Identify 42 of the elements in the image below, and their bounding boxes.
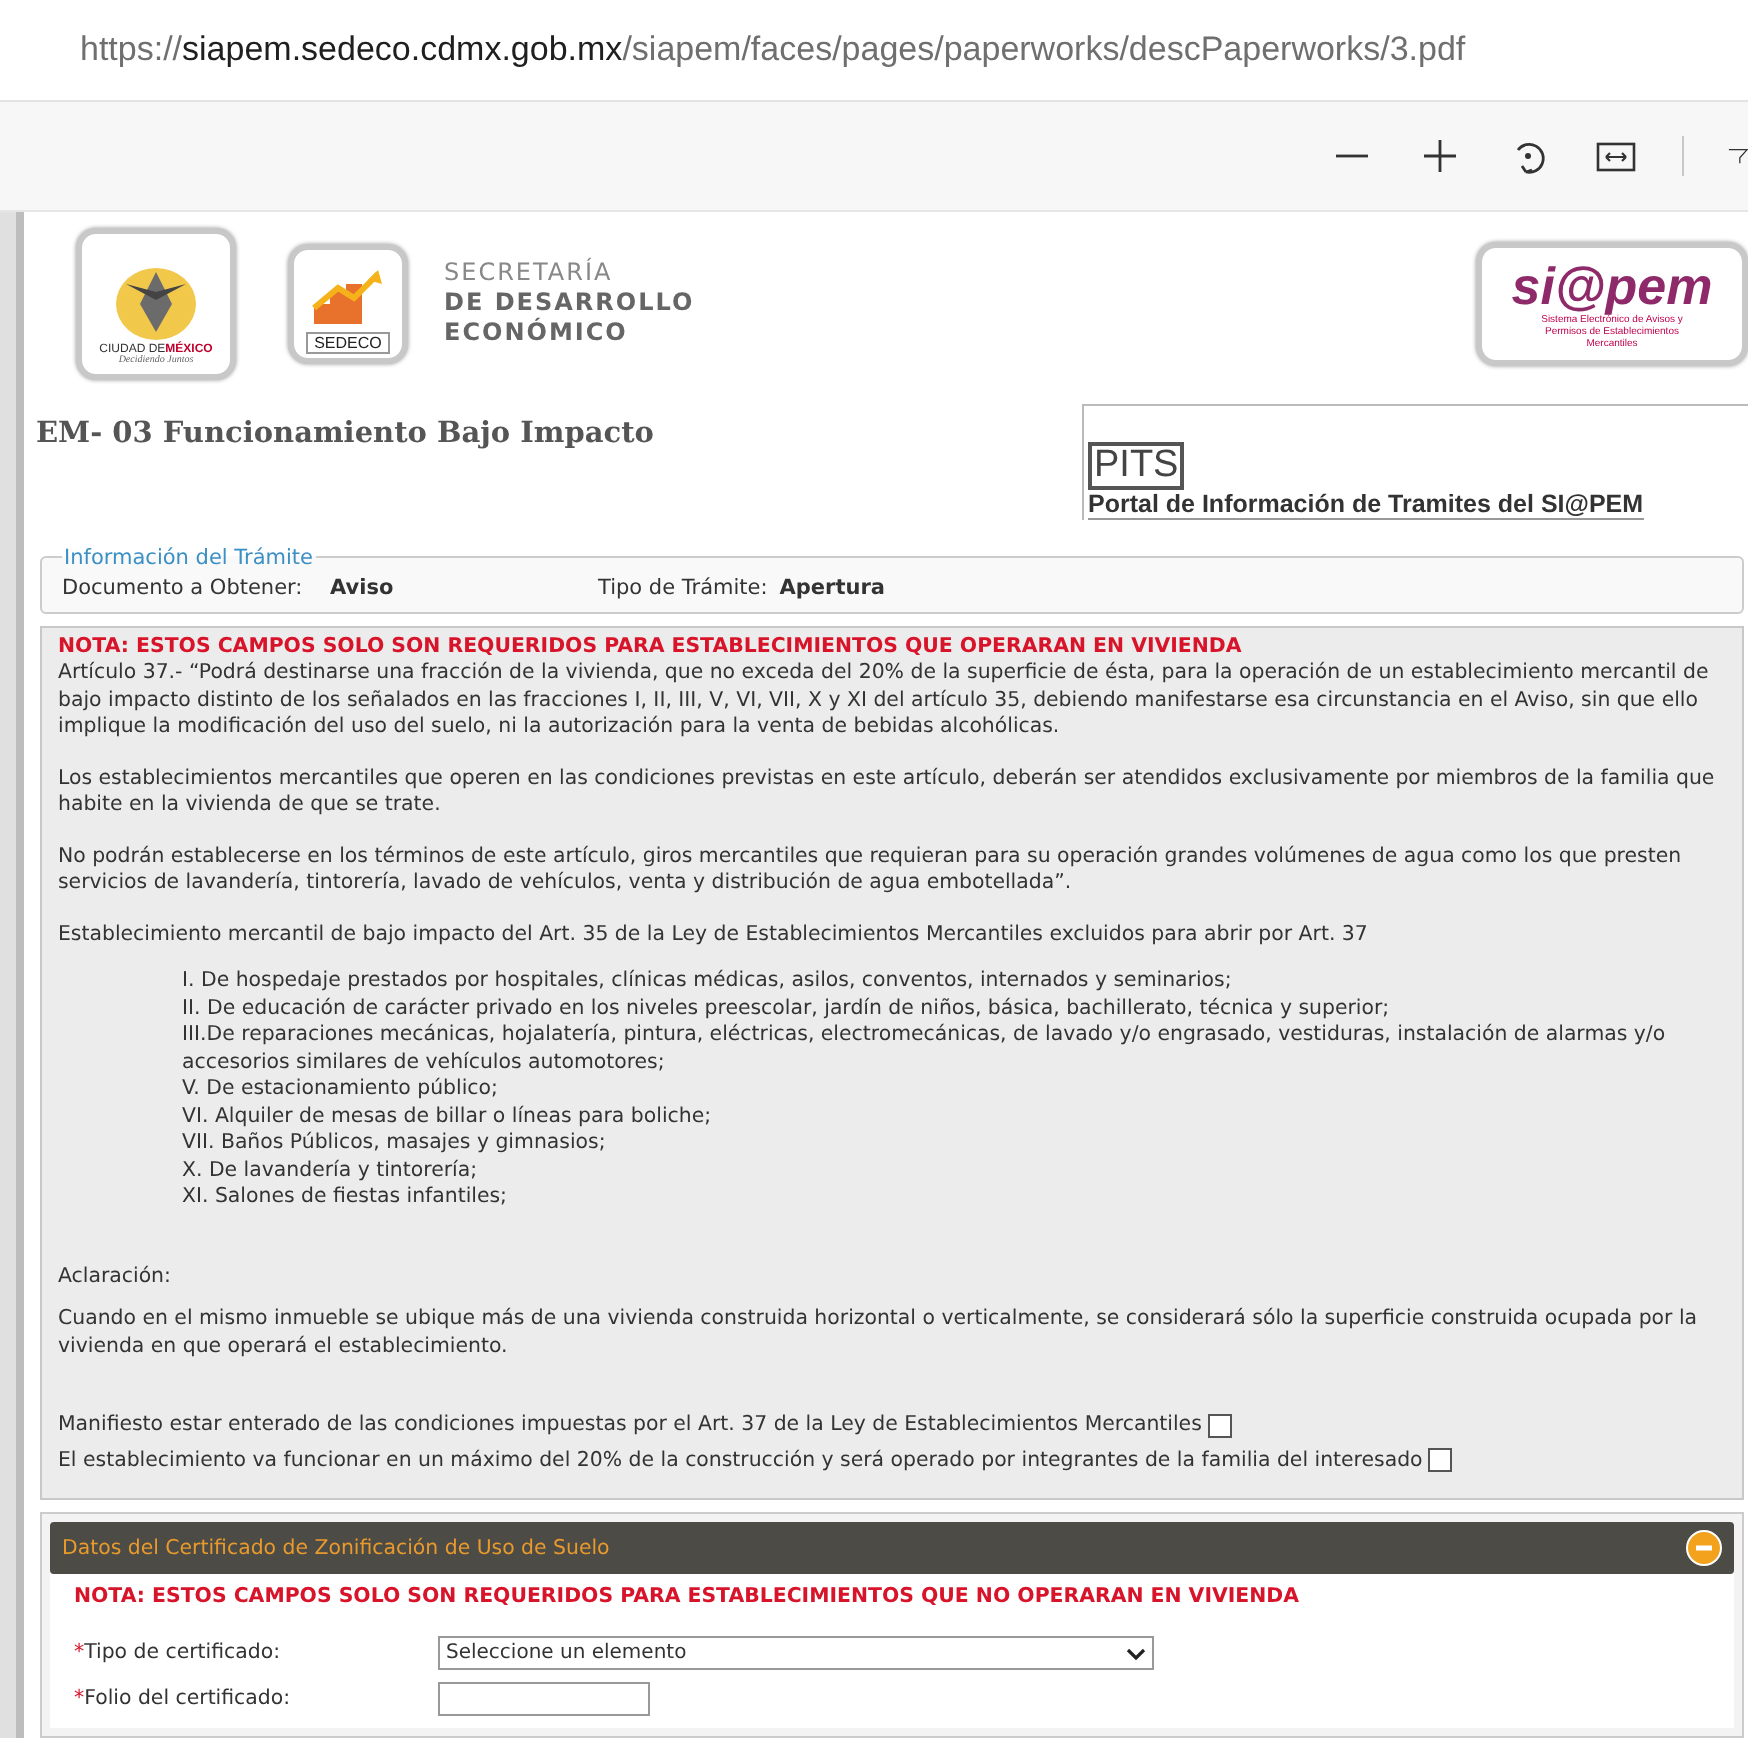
list-item: III.De reparaciones mecánicas, hojalatería, pintura, eléctricas, electromecánicas, de lavado y/o engrasado, vestiduras, instalación de alarmas y/o accesorios similares de vehículos automotores; [182,1022,1668,1076]
list-item: II. De educación de carácter privado en los niveles preescolar, jardín de niños, básica, bachillerato, técnica y superior; [182,995,1392,1022]
list-item: VI. Alquiler de mesas de billar o líneas para boliche; [182,1103,714,1130]
panel-title: Datos del Certificado de Zonificación de Uso de Suelo [62,1537,610,1559]
field-label: Documento a Obtener: [62,575,305,599]
agency-name: ECONÓMICO [444,318,630,349]
list-item: X. De lavandería y tintorería; [182,1157,480,1184]
checkbox[interactable] [1428,1448,1453,1473]
field-label: *Tipo de certificado: [74,1642,283,1664]
list-item: V. De estacionamiento público; [182,1076,500,1103]
zoom-in-icon[interactable] [1418,134,1462,178]
field-label: *Folio del certificado: [74,1688,293,1710]
agency-name: DE DESARROLLO [444,288,695,317]
collapse-icon[interactable] [1686,1530,1722,1566]
page-title: EM- 03 Funcionamiento Bajo Impacto [36,415,654,450]
checkbox-label: Manifiesto estar enterado de las condiciones impuestas por el Art. 37 de la Ley de Establecimientos Mercantiles [58,1412,1202,1439]
field-label: Tipo de Trámite: [598,575,768,599]
note-heading: NOTA: ESTOS CAMPOS SOLO SON REQUERIDOS PARA ESTABLECIMIENTOS QUE NO OPERARAN EN VIVIENDA [74,1586,1301,1608]
paragraph: No podrán establecerse en los términos de este artículo, giros mercantiles que requieran para su operación grandes volúmenes de agua como los que presten servicios de lavandería, tintorería, lavado de vehículos, venta y distribución de agua embotellada”. [58,843,1684,897]
chevron-down-icon [1126,1645,1146,1661]
certificate-type-select[interactable]: Seleccione un elemento [438,1636,1154,1670]
portal-caption: Portal de Información de Tramites del SI@PEM [1088,489,1644,520]
input-field[interactable] [438,1682,650,1716]
panel-legend: Información del Trámite [62,545,315,569]
paragraph: Cuando en el mismo inmueble se ubique más de una vivienda construida horizontal o verticalmente, se considerará sólo la superficie construida ocupada por la vivienda en que operará el establecimiento. [58,1306,1700,1360]
checkbox-label: El establecimiento va funcionar en un máximo del 20% de la construcción y será operado por integrantes de la familia del interesado [58,1447,1423,1474]
field-value: Apertura [779,575,885,599]
list-item: VII. Baños Públicos, masajes y gimnasios; [182,1130,608,1157]
paragraph: Los establecimientos mercantiles que operen en las condiciones previstas en este artículo, deberán ser atendidos exclusivamente por miembros de la familia que habite en la vivienda de que se trate. [58,765,1717,819]
paragraph: Artículo 37.- “Podrá destinarse una fracción de la vivienda, que no exceda del 20% de la superficie de ésta, para la operación de un establecimiento mercantil de bajo impacto distinto de los señalados en las fracciones I, II, III, V, VI, VII, X y XI del artículo 35, debiendo manifestarse esa circunstancia en el Aviso, sin que ello implique la modificación del uso del suelo, ni la autorización para la venta de bebidas alcohólicas. [58,660,1711,741]
checkbox[interactable] [1207,1413,1232,1438]
agency-name: SECRETARÍA [444,258,615,289]
pits-logo: PITS [1088,441,1185,490]
paragraph: Establecimiento mercantil de bajo impacto del Art. 35 de la Ley de Establecimientos Mercantiles excluidos para abrir por Art. 37 [58,921,1370,948]
logo-text: SEDECO [306,331,390,354]
logo-text: si@pem [1511,257,1713,314]
address-bar[interactable]: https://siapem.sedeco.cdmx.gob.mx/siapem/faces/pages/paperworks/descPaperworks/3.pdf [80,30,1466,70]
note-heading: NOTA: ESTOS CAMPOS SOLO SON REQUERIDOS PARA ESTABLECIMIENTOS QUE OPERARAN EN VIVIENDA [58,633,1244,660]
list-item: XI. Salones de fiestas infantiles; [182,1184,509,1211]
list-item: I. De hospedaje prestados por hospitales, clínicas médicas, asilos, conventos, internados y seminarios; [182,968,1234,995]
field-value: Aviso [330,575,396,599]
section-label: Aclaración: [58,1263,173,1290]
